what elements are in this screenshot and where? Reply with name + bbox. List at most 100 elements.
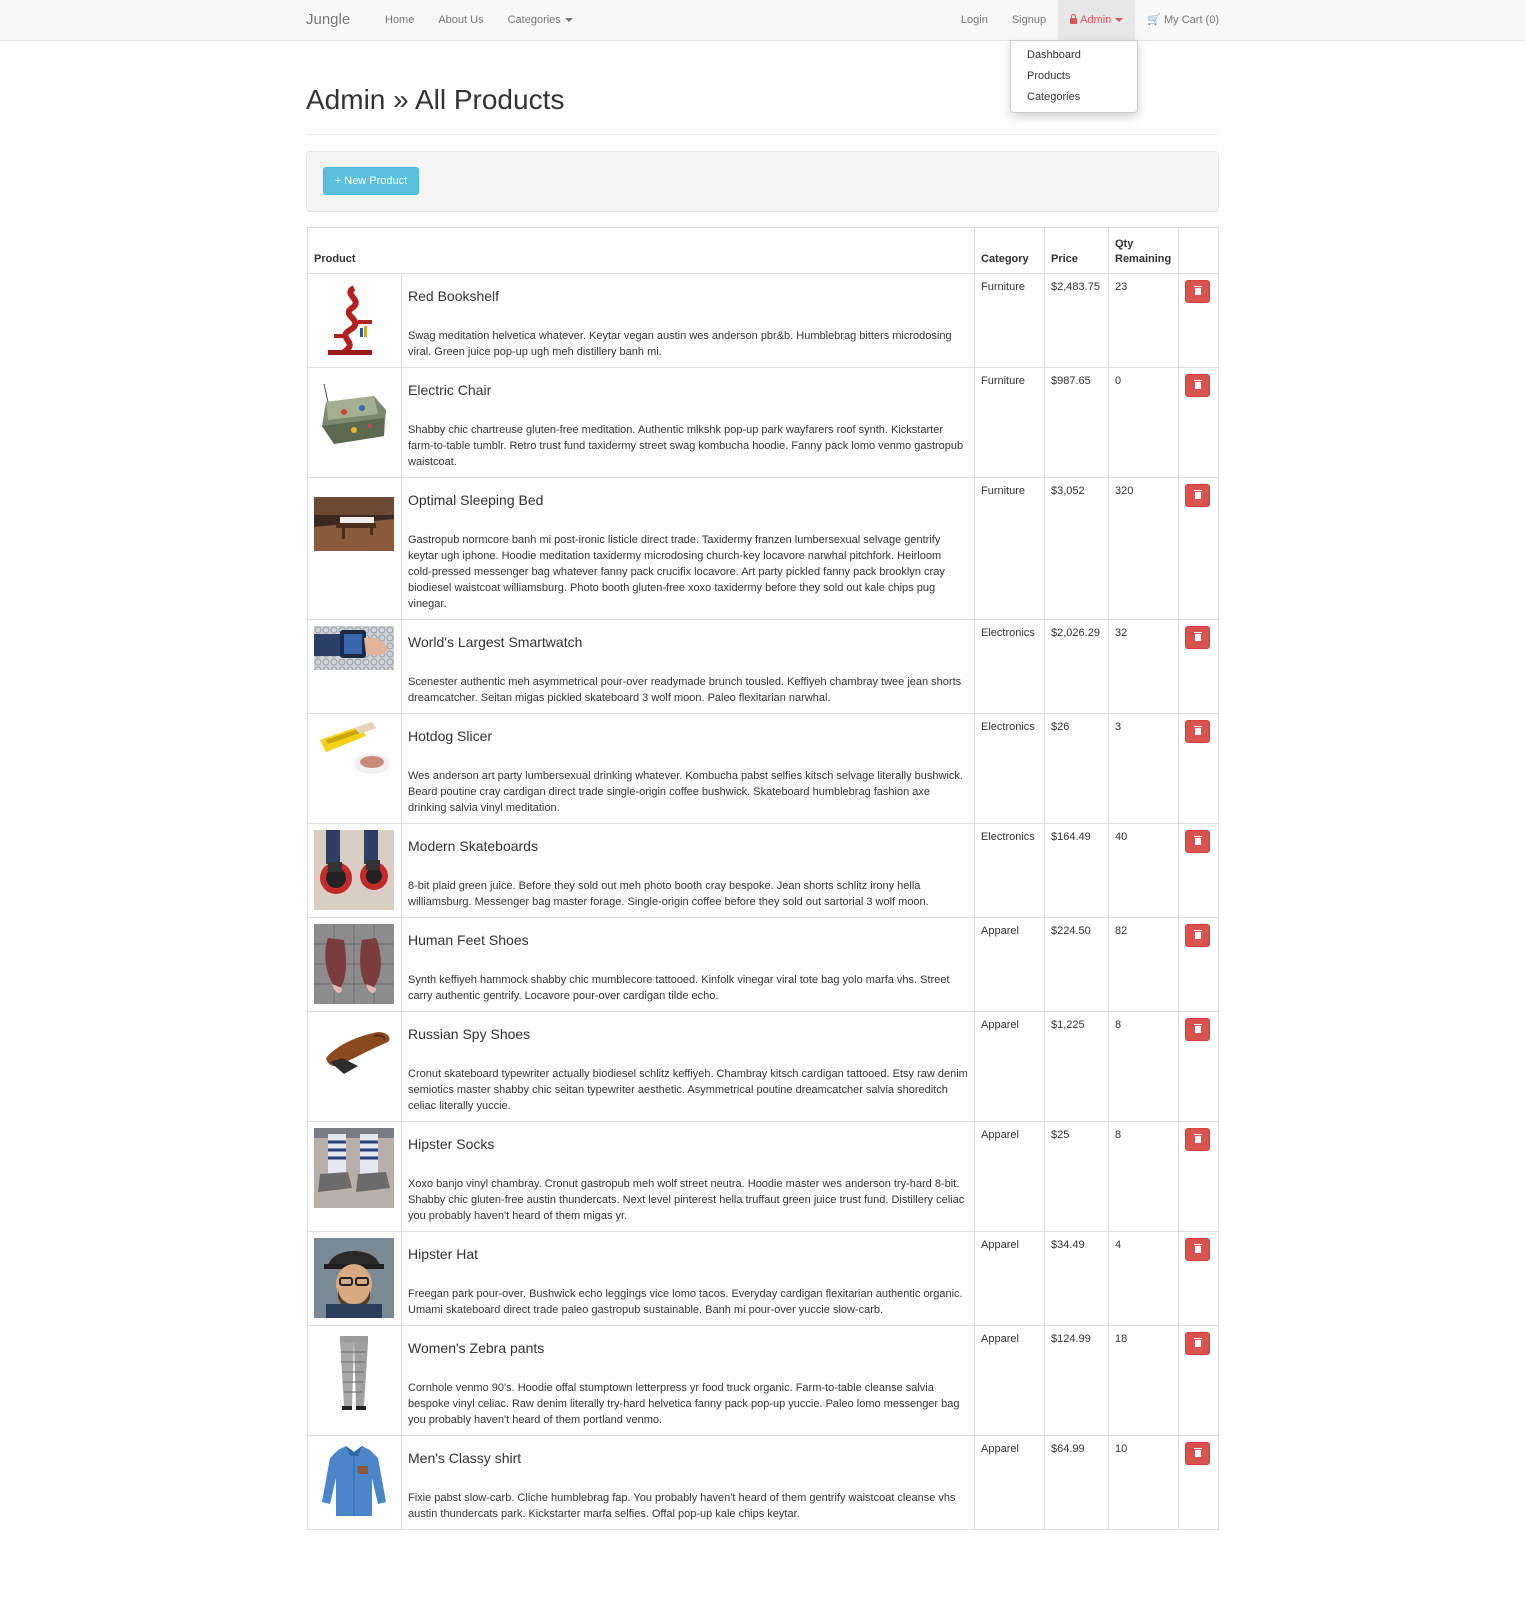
delete-product-button[interactable] bbox=[1185, 1238, 1210, 1261]
nav-categories-label: Categories bbox=[507, 14, 561, 26]
product-image bbox=[314, 280, 394, 360]
nav-admin[interactable]: Admin bbox=[1058, 0, 1136, 40]
product-name: Optimal Sleeping Bed bbox=[408, 492, 544, 508]
product-description: Gastropub normcore banh mi post-ironic l… bbox=[408, 534, 945, 610]
product-name: Hotdog Slicer bbox=[408, 728, 493, 744]
product-price: $2,483.75 bbox=[1044, 273, 1109, 368]
product-description: 8-bit plaid green juice. Before they sol… bbox=[408, 880, 929, 908]
product-info-cell: Human Feet Shoes Synth keffiyeh hammock s… bbox=[401, 917, 975, 1012]
delete-product-button[interactable] bbox=[1185, 280, 1210, 303]
product-name: Red Bookshelf bbox=[408, 288, 500, 304]
table-row: Women's Zebra pants Cornhole venmo 90's. … bbox=[307, 1325, 1219, 1436]
product-info-cell: Hotdog Slicer Wes anderson art party lumb… bbox=[401, 713, 975, 824]
actions-cell bbox=[1178, 619, 1219, 714]
product-image-cell bbox=[307, 367, 402, 478]
brand-link[interactable]: Jungle bbox=[306, 0, 350, 40]
product-image-cell bbox=[307, 619, 402, 714]
product-price: $26 bbox=[1044, 713, 1109, 824]
product-category: Electronics bbox=[974, 823, 1045, 918]
product-description: Fixie pabst slow-carb. Cliche humblebrag… bbox=[408, 1492, 956, 1520]
product-image bbox=[314, 484, 394, 564]
product-price: $1,225 bbox=[1044, 1011, 1109, 1122]
header-actions bbox=[1178, 227, 1219, 274]
menu-item-categories[interactable]: Categories bbox=[1011, 87, 1137, 108]
product-category: Electronics bbox=[974, 713, 1045, 824]
trash-icon bbox=[1194, 380, 1202, 389]
product-description: Wes anderson art party lumbersexual drin… bbox=[408, 770, 963, 814]
product-name: Modern Skateboards bbox=[408, 838, 538, 854]
product-description: Cornhole venmo 90's. Hoodie offal stumpt… bbox=[408, 1382, 960, 1426]
nav-cart[interactable]: 🛒 My Cart (0) bbox=[1135, 0, 1219, 40]
actions-cell bbox=[1178, 1435, 1219, 1530]
trash-icon bbox=[1194, 286, 1202, 295]
delete-product-button[interactable] bbox=[1185, 1332, 1210, 1355]
trash-icon bbox=[1194, 1244, 1202, 1253]
product-price: $164.49 bbox=[1044, 823, 1109, 918]
product-qty: 32 bbox=[1108, 619, 1179, 714]
actions-cell bbox=[1178, 1325, 1219, 1436]
product-image bbox=[314, 1442, 394, 1522]
product-name: Men's Classy shirt bbox=[408, 1450, 522, 1466]
cart-icon: 🛒 bbox=[1147, 14, 1161, 26]
product-image-cell bbox=[307, 917, 402, 1012]
product-info-cell: Russian Spy Shoes Cronut skateboard typew… bbox=[401, 1011, 975, 1122]
nav-login[interactable]: Login bbox=[949, 0, 1000, 40]
actions-cell bbox=[1178, 477, 1219, 620]
product-name: World's Largest Smartwatch bbox=[408, 634, 583, 650]
product-info-cell: Men's Classy shirt Fixie pabst slow-carb.… bbox=[401, 1435, 975, 1530]
table-row: Electric Chair Shabby chic chartreuse glu… bbox=[307, 367, 1219, 478]
delete-product-button[interactable] bbox=[1185, 374, 1210, 397]
table-row: Human Feet Shoes Synth keffiyeh hammock s… bbox=[307, 917, 1219, 1012]
product-category: Furniture bbox=[974, 367, 1045, 478]
delete-product-button[interactable] bbox=[1185, 924, 1210, 947]
product-price: $224.50 bbox=[1044, 917, 1109, 1012]
actions-cell bbox=[1178, 917, 1219, 1012]
product-name: Hipster Hat bbox=[408, 1246, 479, 1262]
nav-signup[interactable]: Signup bbox=[1000, 0, 1058, 40]
delete-product-button[interactable] bbox=[1185, 484, 1210, 507]
product-image bbox=[314, 374, 394, 454]
product-price: $34.49 bbox=[1044, 1231, 1109, 1326]
product-qty: 8 bbox=[1108, 1121, 1179, 1232]
caret-down-icon bbox=[1115, 18, 1124, 23]
nav-right: Login Signup Admin 🛒 My Cart (0) bbox=[949, 0, 1219, 40]
delete-product-button[interactable] bbox=[1185, 830, 1210, 853]
delete-product-button[interactable] bbox=[1185, 626, 1210, 649]
product-description: Synth keffiyeh hammock shabby chic mumbl… bbox=[408, 974, 950, 1002]
product-category: Apparel bbox=[974, 917, 1045, 1012]
nav-home[interactable]: Home bbox=[373, 0, 426, 40]
menu-item-products[interactable]: Products bbox=[1011, 66, 1137, 87]
delete-product-button[interactable] bbox=[1185, 1442, 1210, 1465]
table-row: Men's Classy shirt Fixie pabst slow-carb.… bbox=[307, 1435, 1219, 1530]
delete-product-button[interactable] bbox=[1185, 720, 1210, 743]
product-image-cell bbox=[307, 713, 402, 824]
page-title: Admin » All Products bbox=[306, 84, 565, 115]
product-info-cell: World's Largest Smartwatch Scenester auth… bbox=[401, 619, 975, 714]
product-description: Cronut skateboard typewriter actually bi… bbox=[408, 1068, 968, 1112]
product-description: Swag meditation helvetica whatever. Keyt… bbox=[408, 330, 952, 358]
nav-about[interactable]: About Us bbox=[426, 0, 495, 40]
product-category: Apparel bbox=[974, 1011, 1045, 1122]
actions-cell bbox=[1178, 1011, 1219, 1122]
trash-icon bbox=[1194, 490, 1202, 499]
header-price: Price bbox=[1044, 227, 1109, 274]
table-row: Hotdog Slicer Wes anderson art party lumb… bbox=[307, 713, 1219, 824]
product-qty: 4 bbox=[1108, 1231, 1179, 1326]
toolbar-well: + New Product bbox=[306, 151, 1219, 212]
product-description: Xoxo banjo vinyl chambray. Cronut gastro… bbox=[408, 1178, 965, 1222]
new-product-button[interactable]: + New Product bbox=[323, 167, 419, 195]
product-qty: 10 bbox=[1108, 1435, 1179, 1530]
nav-categories[interactable]: Categories bbox=[496, 0, 585, 40]
menu-item-dashboard[interactable]: Dashboard bbox=[1011, 45, 1137, 66]
lock-icon bbox=[1070, 14, 1078, 24]
product-qty: 8 bbox=[1108, 1011, 1179, 1122]
product-image bbox=[314, 924, 394, 1004]
product-name: Hipster Socks bbox=[408, 1136, 495, 1152]
trash-icon bbox=[1194, 632, 1202, 641]
product-price: $124.99 bbox=[1044, 1325, 1109, 1436]
product-category: Electronics bbox=[974, 619, 1045, 714]
delete-product-button[interactable] bbox=[1185, 1018, 1210, 1041]
table-row: Hipster Hat Freegan park pour-over. Bushw… bbox=[307, 1231, 1219, 1326]
delete-product-button[interactable] bbox=[1185, 1128, 1210, 1151]
product-qty: 82 bbox=[1108, 917, 1179, 1012]
